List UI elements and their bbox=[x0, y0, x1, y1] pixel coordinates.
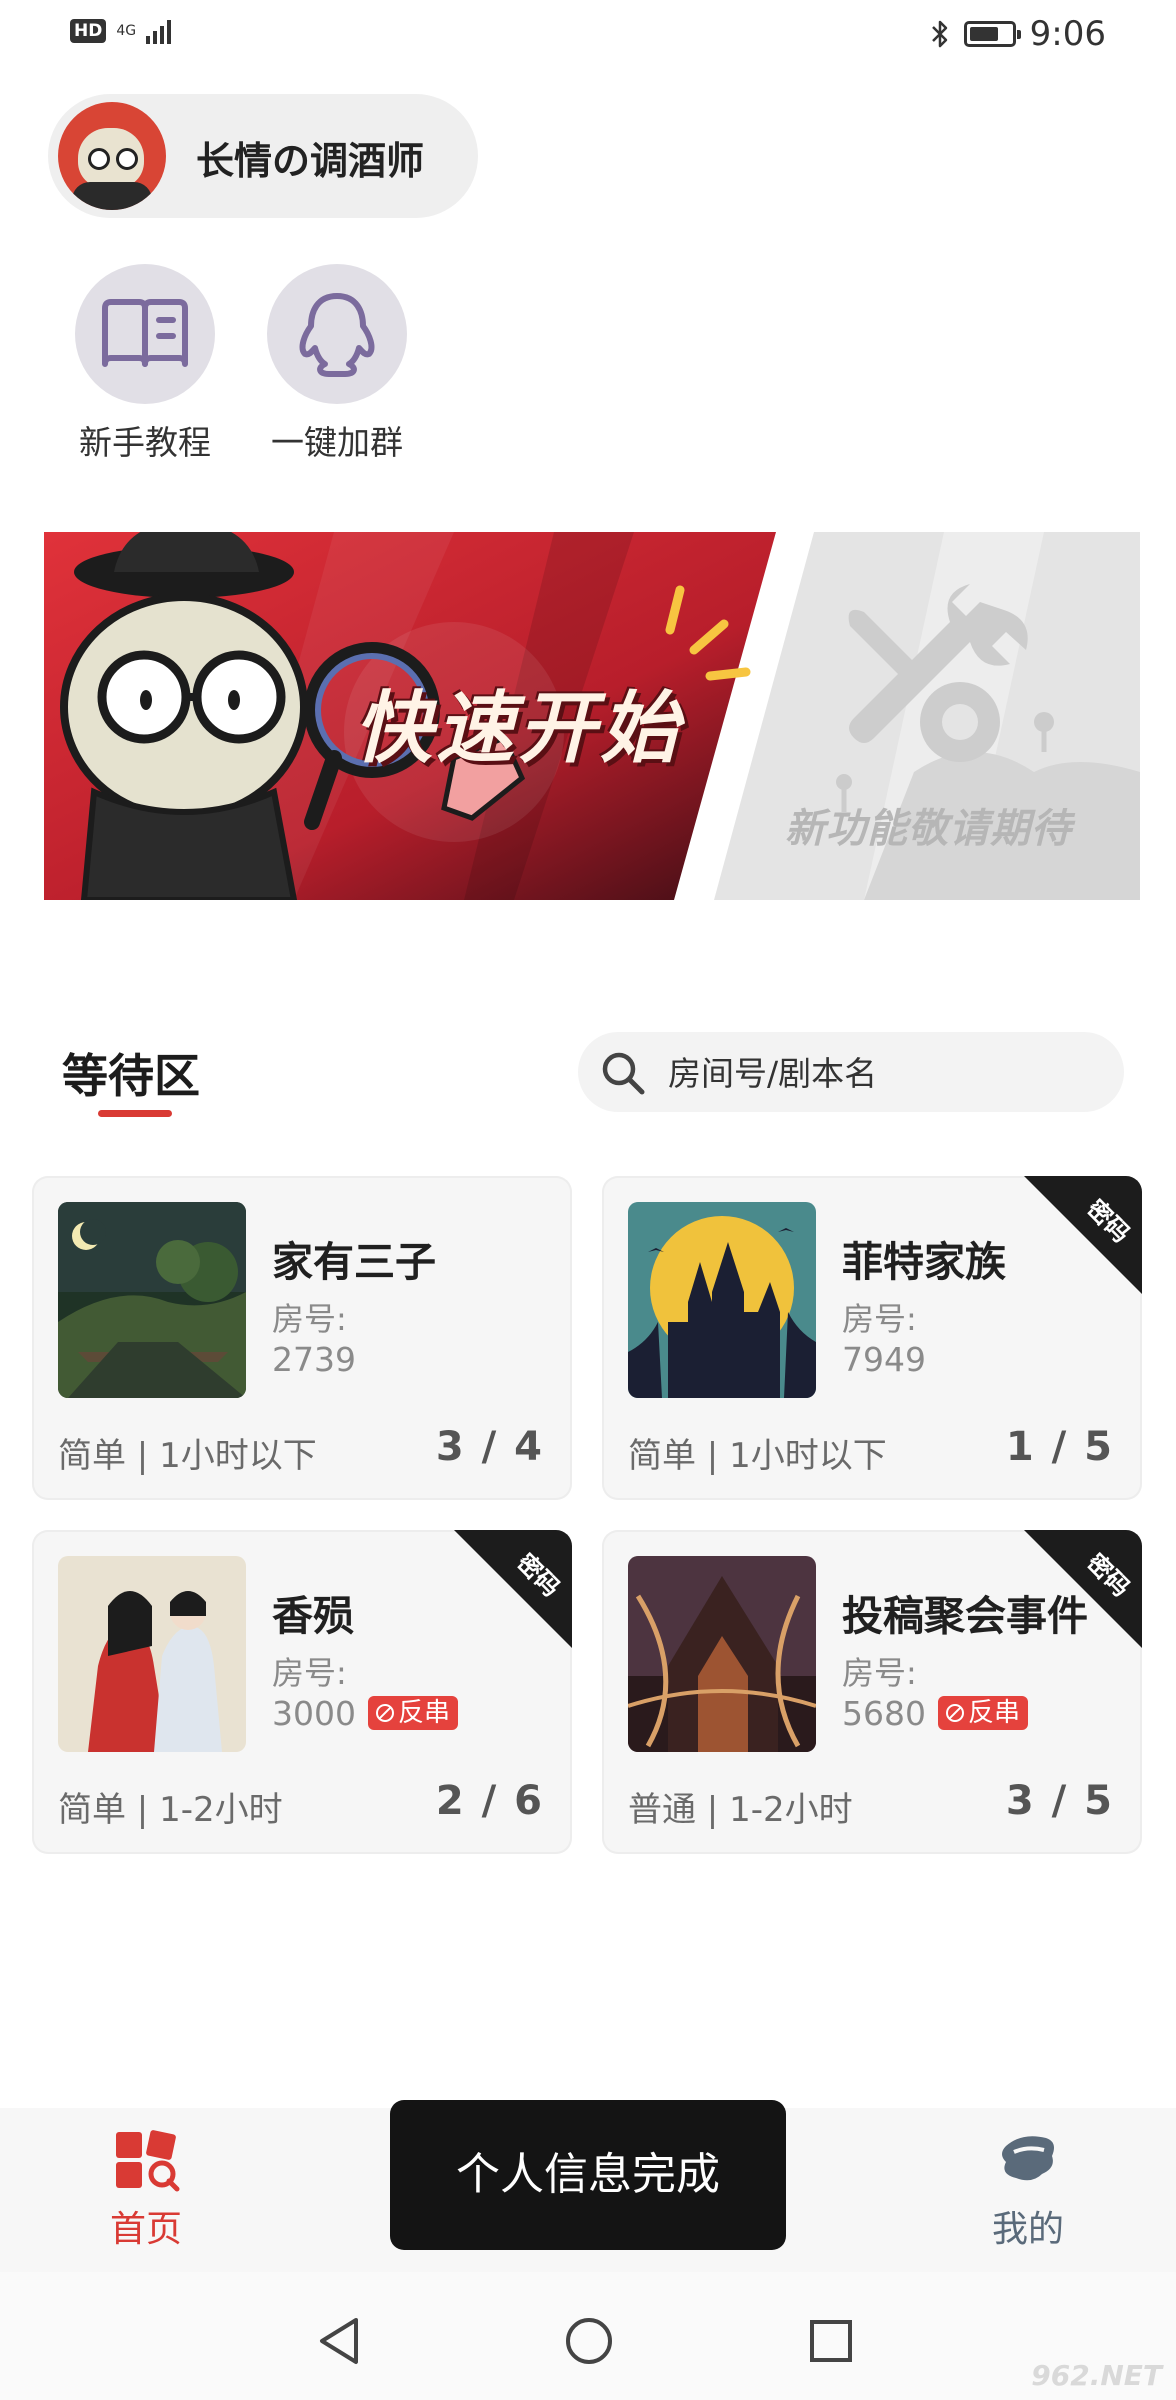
signal-icon bbox=[146, 18, 172, 44]
room-card[interactable]: 投稿聚会事件 房号: 5680 反串 普通 | 1-2小时 3 / 5 密码 bbox=[602, 1530, 1142, 1854]
room-search[interactable] bbox=[578, 1032, 1124, 1114]
section-underline bbox=[98, 1110, 172, 1117]
room-cover bbox=[628, 1202, 816, 1398]
tutorial-button[interactable]: 新手教程 bbox=[60, 264, 230, 464]
room-number: 3000 bbox=[272, 1694, 356, 1733]
profile-icon bbox=[1002, 2136, 1054, 2181]
watermark: 962.NET bbox=[1031, 2359, 1162, 2392]
room-number-label: 房号: bbox=[842, 1300, 917, 1338]
quick-start-banner[interactable]: 快速开始 bbox=[34, 522, 776, 903]
system-nav-bar: 962.NET bbox=[0, 2272, 1176, 2400]
profile-name: 长情の调酒师 bbox=[196, 139, 425, 183]
status-bar: HD 4G 9:06 bbox=[0, 0, 1176, 72]
room-meta: 简单 | 1-2小时 bbox=[58, 1790, 283, 1830]
room-card[interactable]: 香殒 房号: 3000 反串 简单 | 1-2小时 2 / 6 密码 bbox=[32, 1530, 572, 1854]
room-title: 香殒 bbox=[272, 1592, 354, 1640]
player-count: 2 / 6 bbox=[435, 1778, 544, 1824]
room-cover bbox=[628, 1556, 816, 1752]
player-count: 3 / 4 bbox=[435, 1424, 544, 1470]
nav-home-label: 首页 bbox=[109, 2209, 182, 2250]
home-icon bbox=[116, 2130, 180, 2192]
recents-icon[interactable] bbox=[808, 2318, 854, 2364]
nav-me[interactable]: 我的 bbox=[948, 2128, 1108, 2252]
room-cover bbox=[58, 1202, 246, 1398]
search-input[interactable] bbox=[666, 1032, 1100, 1114]
player-count: 3 / 5 bbox=[1005, 1778, 1114, 1824]
join-group-label: 一键加群 bbox=[271, 423, 403, 462]
bluetooth-icon bbox=[931, 20, 947, 48]
nav-home[interactable]: 首页 bbox=[66, 2128, 226, 2252]
player-count: 1 / 5 bbox=[1005, 1424, 1114, 1470]
room-meta: 普通 | 1-2小时 bbox=[628, 1790, 853, 1830]
toast-message: 个人信息完成 bbox=[390, 2100, 786, 2250]
room-title: 菲特家族 bbox=[842, 1238, 1006, 1286]
ban-icon bbox=[946, 1704, 964, 1722]
cross-dress-tag: 反串 bbox=[938, 1696, 1029, 1730]
back-icon[interactable] bbox=[316, 2316, 362, 2366]
search-icon bbox=[602, 1052, 645, 1095]
room-meta: 简单 | 1小时以下 bbox=[58, 1436, 317, 1476]
room-meta: 简单 | 1小时以下 bbox=[628, 1436, 887, 1476]
tutorial-label: 新手教程 bbox=[79, 423, 211, 462]
room-card[interactable]: 菲特家族 房号: 7949 简单 | 1小时以下 1 / 5 密码 bbox=[602, 1176, 1142, 1500]
room-number: 5680 bbox=[842, 1694, 926, 1733]
waiting-area-title: 等待区 bbox=[62, 1049, 200, 1103]
ban-icon bbox=[376, 1704, 394, 1722]
room-title: 家有三子 bbox=[272, 1238, 436, 1286]
quick-start-title: 快速开始 bbox=[354, 684, 683, 774]
join-group-button[interactable]: 一键加群 bbox=[252, 264, 422, 464]
battery-icon bbox=[963, 21, 1021, 47]
qq-penguin-icon bbox=[299, 293, 375, 377]
room-card[interactable]: 家有三子 房号: 2739 简单 | 1小时以下 3 / 4 bbox=[32, 1176, 572, 1500]
hd-badge: HD bbox=[70, 19, 107, 43]
room-number: 7949 bbox=[842, 1340, 926, 1379]
book-icon bbox=[102, 299, 188, 367]
cross-dress-tag: 反串 bbox=[368, 1696, 459, 1730]
clock: 9:06 bbox=[1029, 14, 1106, 54]
avatar[interactable] bbox=[58, 102, 166, 210]
room-number-label: 房号: bbox=[272, 1300, 347, 1338]
room-number-label: 房号: bbox=[842, 1654, 917, 1692]
profile-pill[interactable]: 长情の调酒师 bbox=[48, 94, 478, 218]
coming-soon-text: 新功能敬请期待 bbox=[785, 806, 1072, 852]
room-number: 2739 bbox=[272, 1340, 356, 1379]
network-type: 4G bbox=[116, 23, 137, 39]
nav-me-label: 我的 bbox=[991, 2209, 1064, 2250]
room-cover bbox=[58, 1556, 246, 1752]
room-number-label: 房号: bbox=[272, 1654, 347, 1692]
home-circle-icon[interactable] bbox=[564, 2316, 614, 2366]
